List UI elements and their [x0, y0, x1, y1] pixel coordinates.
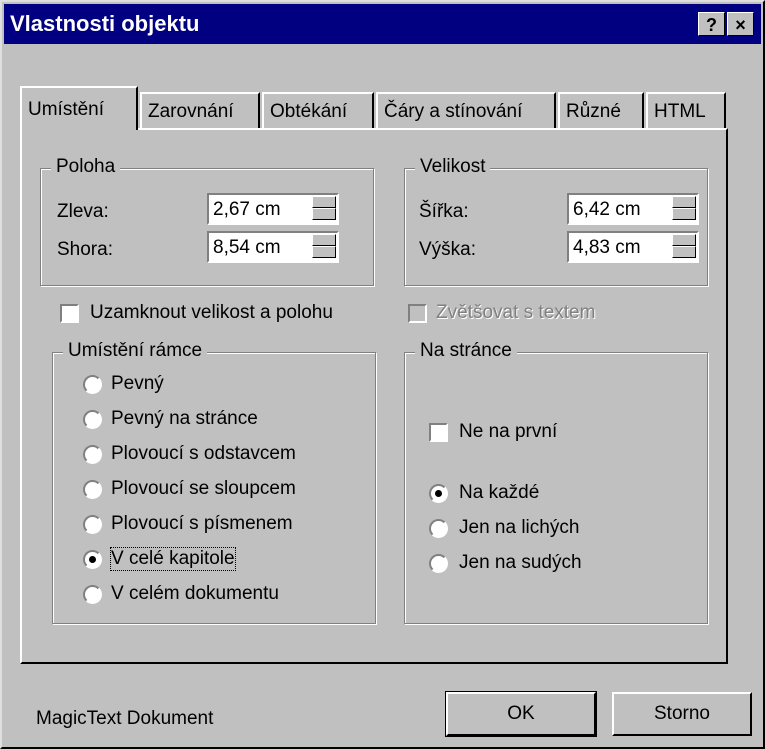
- radio-jen-na-sudych-label: Jen na sudých: [459, 552, 582, 573]
- tab-control: Umístění Zarovnání Obtékání Čáry a stíno…: [20, 86, 730, 664]
- not-first-checkbox[interactable]: [429, 423, 448, 442]
- radio-plovouci-se-sloupcem[interactable]: [83, 480, 102, 499]
- zleva-spinner[interactable]: [312, 196, 336, 222]
- shora-input[interactable]: 8,54 cm: [207, 231, 339, 263]
- radio-v-celem-dokumentu-label: V celém dokumentu: [111, 583, 279, 604]
- tab-label: HTML: [654, 101, 706, 122]
- radio-pevny-label: Pevný: [111, 373, 164, 394]
- close-button[interactable]: ×: [727, 12, 754, 36]
- grow-with-text-label: Zvětšovat s textem: [436, 302, 596, 323]
- radio-jen-na-lichych[interactable]: [429, 519, 448, 538]
- radio-plovouci-s-pismenem-label: Plovoucí s písmenem: [111, 513, 293, 534]
- help-button[interactable]: ?: [698, 12, 725, 36]
- tab-umisteni[interactable]: Umístění: [20, 86, 138, 130]
- tab-label: Zarovnání: [148, 101, 234, 122]
- sirka-value: 6,42 cm: [573, 199, 641, 220]
- zleva-input[interactable]: 2,67 cm: [207, 193, 339, 225]
- group-on-page-title: Na stránce: [415, 340, 517, 362]
- ok-button[interactable]: OK: [445, 691, 597, 737]
- lock-checkbox[interactable]: [60, 304, 79, 323]
- tab-label: Čáry a stínování: [384, 101, 523, 122]
- radio-v-cele-kapitole-label: V celé kapitole: [110, 547, 236, 571]
- radio-pevny-na-strance-label: Pevný na stránce: [111, 408, 258, 429]
- group-frame-position-title: Umístění rámce: [63, 340, 208, 362]
- tab-html[interactable]: HTML: [646, 92, 726, 128]
- radio-plovouci-se-sloupcem-label: Plovoucí se sloupcem: [111, 478, 296, 499]
- status-text: MagicText Dokument: [36, 708, 214, 729]
- tab-label: Různé: [566, 101, 621, 122]
- radio-v-celem-dokumentu[interactable]: [83, 585, 102, 604]
- group-on-page: Na stránce Ne na první Na každé Jen na l…: [404, 340, 708, 624]
- window-title: Vlastnosti objektu: [10, 11, 200, 36]
- tab-zarovnani[interactable]: Zarovnání: [140, 92, 260, 128]
- radio-plovouci-s-odstavcem-label: Plovoucí s odstavcem: [111, 443, 296, 464]
- radio-na-kazde-label: Na každé: [459, 482, 540, 503]
- vyska-label: Výška:: [419, 239, 477, 260]
- radio-jen-na-lichych-label: Jen na lichých: [459, 517, 580, 538]
- sirka-input[interactable]: 6,42 cm: [567, 193, 699, 225]
- tab-ruzne[interactable]: Různé: [558, 92, 644, 128]
- group-poloha-title: Poloha: [51, 156, 121, 178]
- group-frame-position: Umístění rámce Pevný Pevný na stránce Pl…: [52, 340, 376, 624]
- vyska-spinner[interactable]: [672, 234, 696, 260]
- cancel-button[interactable]: Storno: [612, 692, 752, 736]
- tab-cary-a-stinovani[interactable]: Čáry a stínování: [376, 92, 556, 128]
- radio-pevny-na-strance[interactable]: [83, 410, 102, 429]
- zleva-value: 2,67 cm: [213, 199, 281, 220]
- radio-na-kazde[interactable]: [429, 484, 448, 503]
- vyska-input[interactable]: 4,83 cm: [567, 231, 699, 263]
- shora-spinner[interactable]: [312, 234, 336, 260]
- title-bar[interactable]: Vlastnosti objektu ? ×: [4, 4, 761, 44]
- group-velikost-title: Velikost: [415, 156, 491, 178]
- sirka-spinner[interactable]: [672, 196, 696, 222]
- group-poloha: Poloha Zleva: 2,67 cm Shora: 8,54 cm: [40, 156, 374, 286]
- shora-label: Shora:: [57, 239, 113, 260]
- shora-value: 8,54 cm: [213, 237, 281, 258]
- sirka-label: Šířka:: [419, 201, 469, 222]
- radio-plovouci-s-odstavcem[interactable]: [83, 445, 102, 464]
- zleva-label: Zleva:: [57, 201, 109, 222]
- tab-panel-umisteni: Poloha Zleva: 2,67 cm Shora: 8,54 cm Vel…: [20, 128, 728, 664]
- vyska-value: 4,83 cm: [573, 237, 641, 258]
- grow-with-text-checkbox: [408, 304, 427, 323]
- tab-obtekani[interactable]: Obtékání: [262, 92, 374, 128]
- radio-jen-na-sudych[interactable]: [429, 554, 448, 573]
- lock-label: Uzamknout velikost a polohu: [90, 302, 333, 323]
- tab-label: Umístění: [28, 99, 105, 120]
- not-first-label: Ne na první: [459, 421, 558, 442]
- radio-pevny[interactable]: [83, 375, 102, 394]
- tab-label: Obtékání: [270, 101, 348, 122]
- radio-plovouci-s-pismenem[interactable]: [83, 515, 102, 534]
- group-velikost: Velikost Šířka: 6,42 cm Výška: 4,83 cm: [404, 156, 708, 286]
- properties-dialog: Vlastnosti objektu ? × Umístění Zarovnán…: [0, 0, 765, 749]
- radio-v-cele-kapitole[interactable]: [83, 550, 102, 569]
